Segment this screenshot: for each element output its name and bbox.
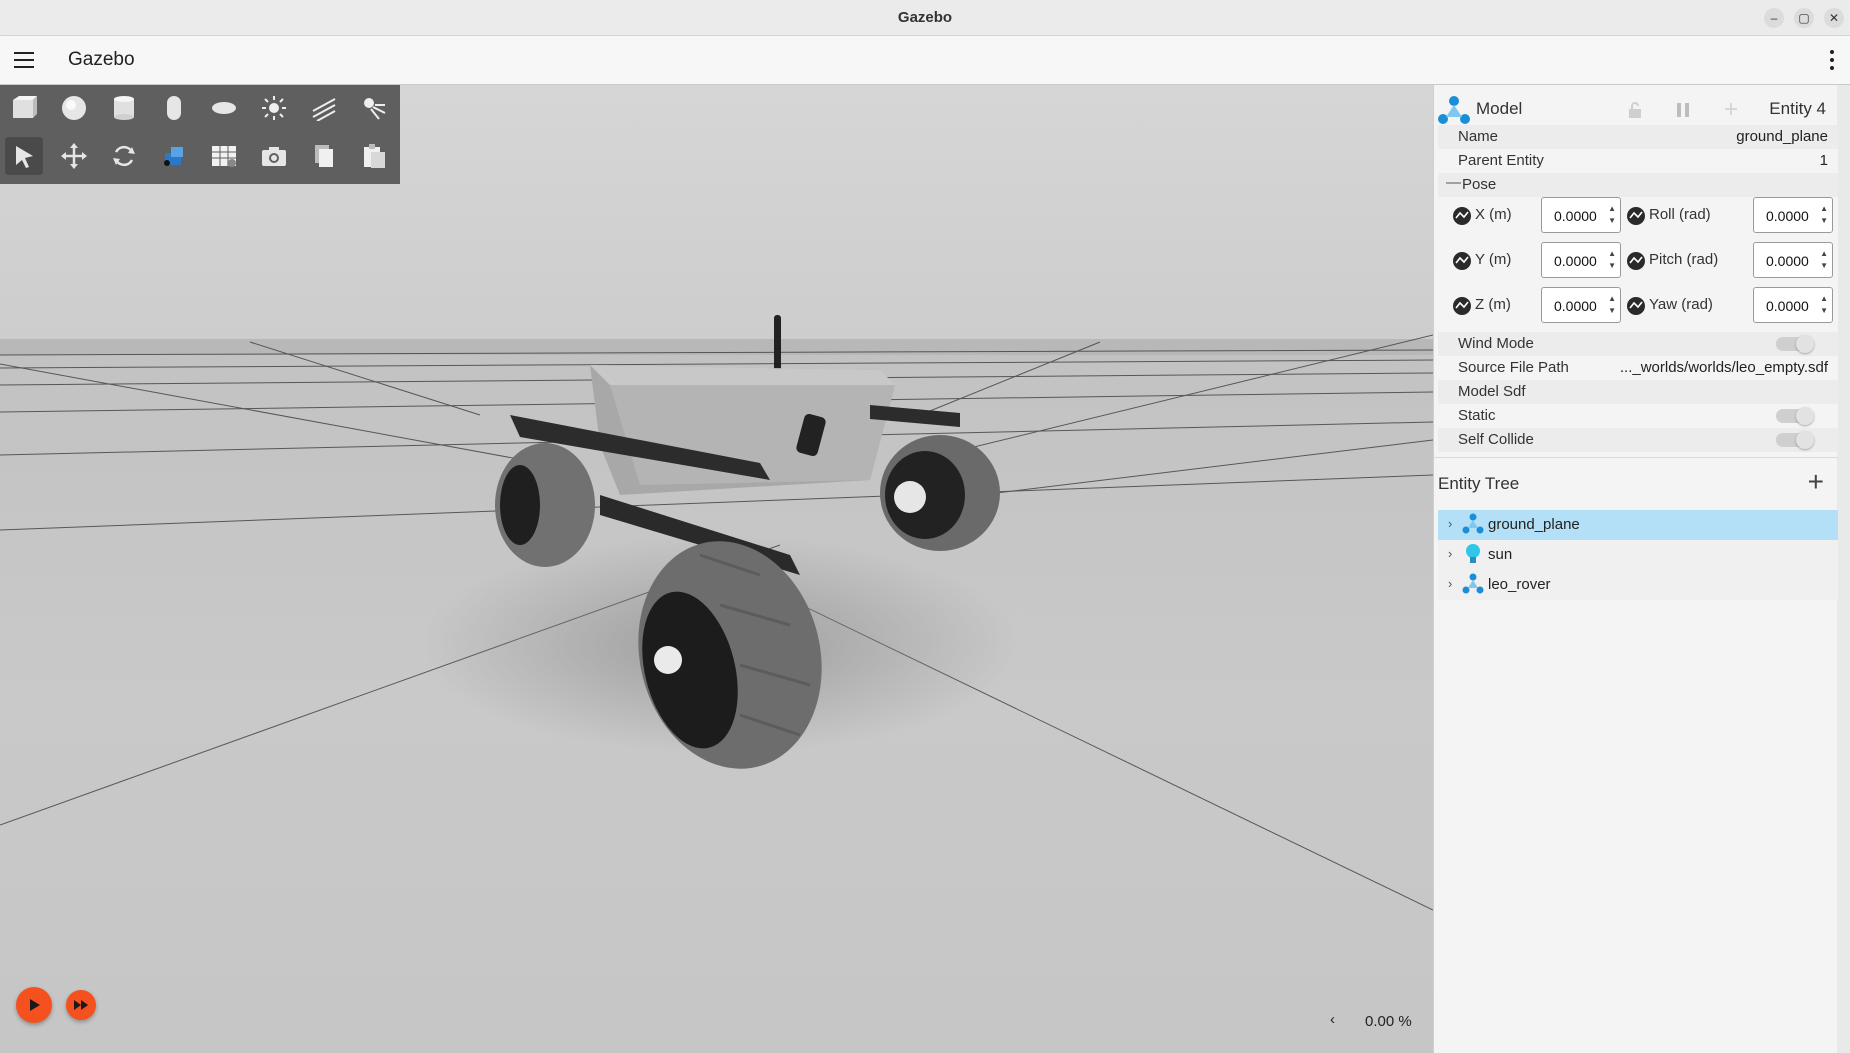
right-panel: Model Entity 4 Name ground_plane Parent …: [1433, 85, 1850, 1053]
ellipsoid-icon[interactable]: [205, 89, 243, 127]
point-light-icon[interactable]: [255, 89, 293, 127]
name-label: Name: [1458, 128, 1499, 145]
lock-icon[interactable]: [1626, 101, 1644, 119]
yaw-label: Yaw (rad): [1649, 296, 1713, 313]
select-icon[interactable]: [5, 137, 43, 175]
tree-item-label: sun: [1488, 546, 1513, 563]
tree-item-sun[interactable]: › sun: [1438, 540, 1838, 570]
component-type-label: Model: [1476, 99, 1523, 118]
scene-viewport[interactable]: ‹ 0.00 %: [0, 85, 1433, 1053]
pause-icon[interactable]: [1674, 101, 1692, 119]
entity-tree-header: Entity Tree +: [1434, 457, 1838, 507]
x-input[interactable]: 0.0000 ▲ ▼: [1541, 197, 1621, 233]
minimize-button[interactable]: –: [1764, 8, 1784, 28]
plot-pitch-icon[interactable]: [1626, 251, 1646, 271]
source-file-value: ..._worlds/worlds/leo_empty.sdf: [1619, 359, 1828, 376]
model-icon: [1462, 513, 1484, 534]
capsule-icon[interactable]: [155, 89, 193, 127]
step-button[interactable]: [66, 990, 96, 1020]
sphere-icon[interactable]: [55, 89, 93, 127]
paste-icon[interactable]: [355, 137, 393, 175]
x-label: X (m): [1475, 206, 1512, 223]
y-input[interactable]: 0.0000 ▲ ▼: [1541, 242, 1621, 278]
model-icon: [1438, 96, 1470, 124]
tree-item-ground-plane[interactable]: › ground_plane: [1438, 510, 1838, 540]
directional-light-icon[interactable]: [305, 89, 343, 127]
plot-roll-icon[interactable]: [1626, 206, 1646, 226]
cylinder-icon[interactable]: [105, 89, 143, 127]
window-titlebar: Gazebo – ▢ ✕: [0, 0, 1850, 36]
self-collide-toggle[interactable]: [1776, 431, 1814, 449]
app-header: Gazebo: [0, 36, 1850, 85]
screenshot-icon[interactable]: [255, 137, 293, 175]
pose-header[interactable]: — Pose: [1438, 173, 1838, 197]
play-button[interactable]: [16, 987, 52, 1023]
entity-id-label: Entity 4: [1769, 99, 1826, 118]
copy-icon[interactable]: [305, 137, 343, 175]
plot-yaw-icon[interactable]: [1626, 296, 1646, 316]
view-angle-icon[interactable]: [155, 137, 193, 175]
rotate-icon[interactable]: [105, 137, 143, 175]
add-component-icon[interactable]: [1724, 102, 1738, 116]
parent-entity-row: Parent Entity 1: [1438, 149, 1838, 173]
tree-item-label: leo_rover: [1488, 576, 1551, 593]
close-button[interactable]: ✕: [1824, 8, 1844, 28]
static-label: Static: [1458, 407, 1496, 424]
tree-item-leo-rover[interactable]: › leo_rover: [1438, 570, 1838, 600]
pitch-input[interactable]: 0.0000 ▲ ▼: [1753, 242, 1833, 278]
window-title: Gazebo: [897, 9, 953, 26]
grid-snap-icon[interactable]: [205, 137, 243, 175]
collapse-icon[interactable]: —: [1446, 174, 1461, 191]
name-row: Name ground_plane: [1438, 125, 1838, 149]
model-sdf-row[interactable]: Model Sdf: [1438, 380, 1838, 404]
yaw-input[interactable]: 0.0000 ▲ ▼: [1753, 287, 1833, 323]
parent-entity-label: Parent Entity: [1458, 152, 1544, 169]
stats-expand-icon[interactable]: ‹: [1330, 1011, 1335, 1028]
y-label: Y (m): [1475, 251, 1512, 268]
z-label: Z (m): [1475, 296, 1511, 313]
parent-entity-value: 1: [1819, 152, 1828, 169]
source-file-label: Source File Path: [1458, 359, 1569, 376]
roll-label: Roll (rad): [1649, 206, 1711, 223]
self-collide-label: Self Collide: [1458, 431, 1534, 448]
box-icon[interactable]: [5, 89, 43, 127]
static-row: Static: [1438, 404, 1838, 428]
maximize-button[interactable]: ▢: [1794, 8, 1814, 28]
expand-icon[interactable]: ›: [1448, 516, 1452, 531]
self-collide-row: Self Collide: [1438, 428, 1838, 452]
roll-input[interactable]: 0.0000 ▲ ▼: [1753, 197, 1833, 233]
entity-tree-title: Entity Tree: [1438, 474, 1520, 493]
scene-3d: [0, 85, 1433, 1053]
expand-icon[interactable]: ›: [1448, 576, 1452, 591]
plot-y-icon[interactable]: [1452, 251, 1472, 271]
source-file-row: Source File Path ..._worlds/worlds/leo_e…: [1438, 356, 1838, 380]
pose-label: Pose: [1462, 176, 1497, 193]
tree-item-label: ground_plane: [1488, 516, 1580, 533]
more-options-icon[interactable]: [1830, 50, 1836, 72]
app-title: Gazebo: [68, 49, 135, 70]
real-time-factor: 0.00 %: [1365, 1013, 1412, 1030]
light-bulb-icon: [1466, 544, 1480, 563]
name-value: ground_plane: [1736, 128, 1828, 145]
add-entity-icon[interactable]: +: [1808, 466, 1824, 498]
scene-toolbar: [0, 85, 400, 184]
model-icon: [1462, 573, 1484, 594]
wind-mode-label: Wind Mode: [1458, 335, 1534, 352]
pose-editor: X (m) 0.0000 ▲ ▼ Roll (rad) 0.0000 ▲ ▼ Y (m)…: [1438, 197, 1838, 333]
panel-scrollbar[interactable]: [1837, 85, 1850, 1053]
translate-icon[interactable]: [55, 137, 93, 175]
static-toggle[interactable]: [1776, 407, 1814, 425]
wind-mode-toggle[interactable]: [1776, 335, 1814, 353]
wind-mode-row: Wind Mode: [1438, 332, 1838, 356]
model-sdf-label: Model Sdf: [1458, 383, 1526, 400]
expand-icon[interactable]: ›: [1448, 546, 1452, 561]
z-input[interactable]: 0.0000 ▲ ▼: [1541, 287, 1621, 323]
plot-z-icon[interactable]: [1452, 296, 1472, 316]
pitch-label: Pitch (rad): [1649, 251, 1719, 268]
menu-icon[interactable]: [14, 52, 34, 68]
spot-light-icon[interactable]: [355, 89, 393, 127]
plot-x-icon[interactable]: [1452, 206, 1472, 226]
